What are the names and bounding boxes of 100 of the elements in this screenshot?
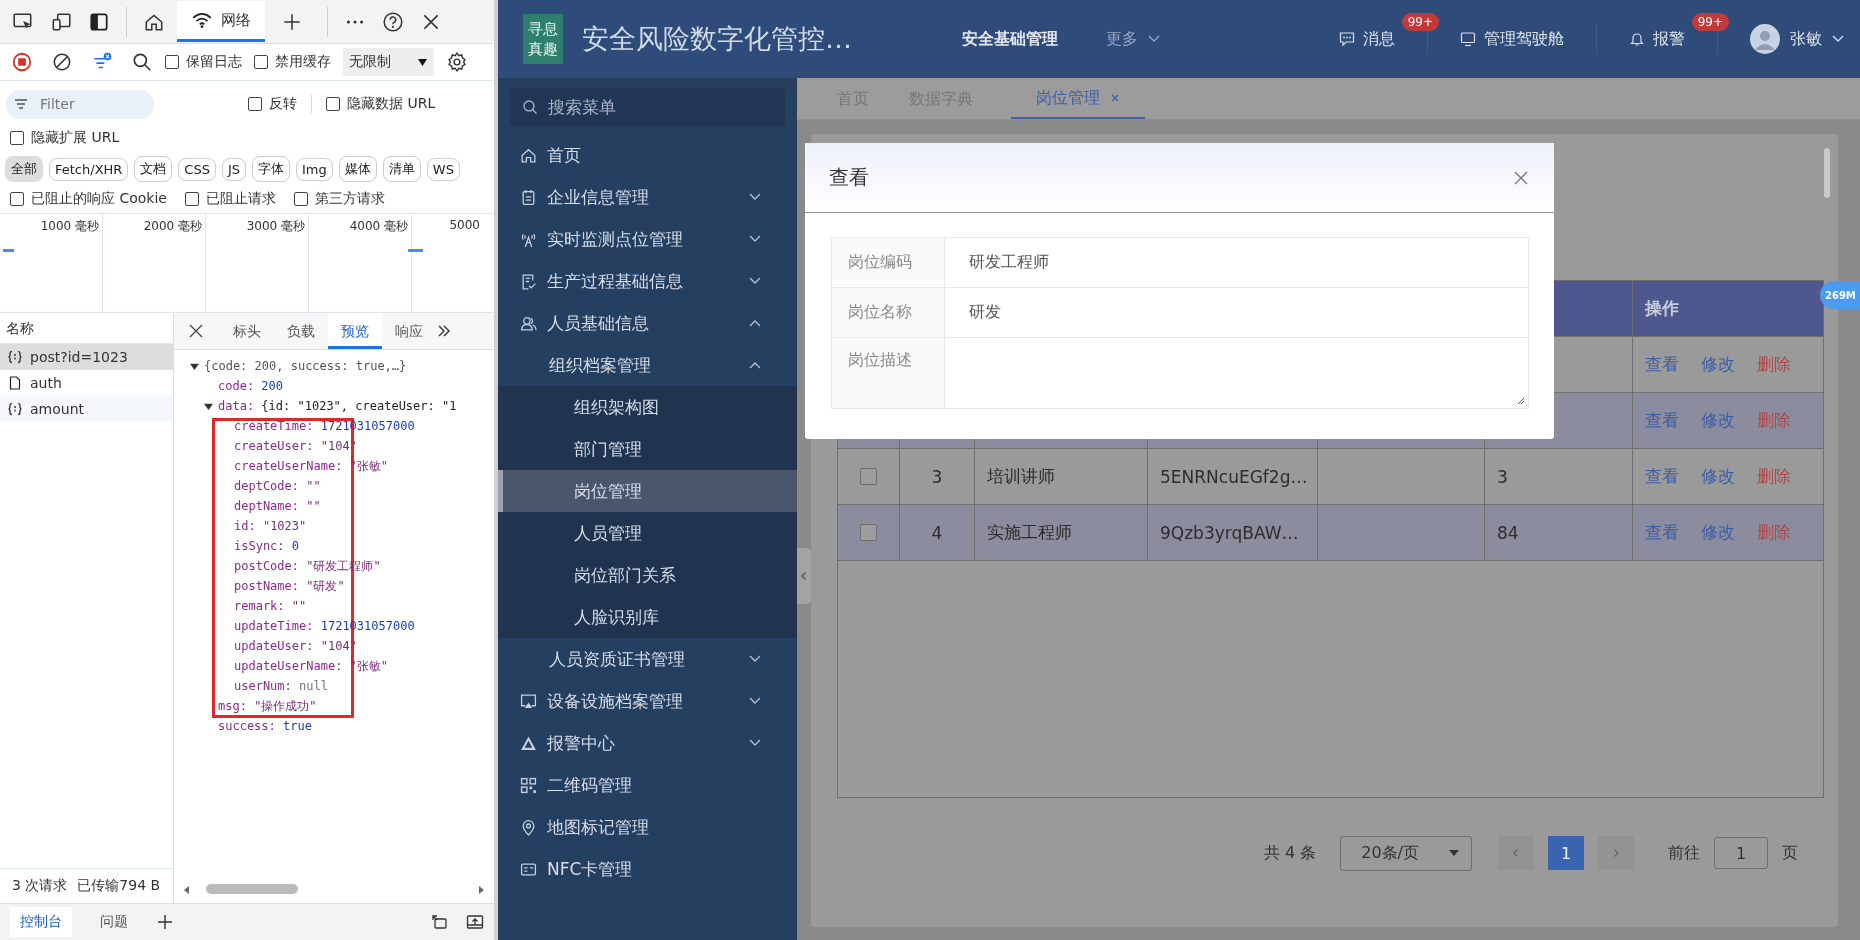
type-filter-chip[interactable]: 字体 <box>252 156 291 182</box>
add-icon[interactable] <box>156 913 174 931</box>
scroll-left-icon[interactable] <box>182 885 192 895</box>
timing-bar <box>408 249 423 252</box>
menu-item[interactable]: 地图标记管理 <box>498 806 797 848</box>
checklist-icon <box>520 272 537 290</box>
type-filter-chip[interactable]: Img <box>296 157 333 181</box>
type-filter-chip[interactable]: 全部 <box>5 156 43 182</box>
menu-search-field[interactable]: 搜索菜单 <box>546 96 750 118</box>
checkbox[interactable] <box>10 131 24 145</box>
menu-item[interactable]: 企业信息管理 <box>498 176 797 218</box>
type-filter-chip[interactable]: Fetch/XHR <box>49 157 129 181</box>
checkbox[interactable] <box>293 192 308 206</box>
table-cell: 3 <box>931 466 943 487</box>
caret-icon <box>417 57 428 67</box>
clear-icon[interactable] <box>51 51 73 73</box>
filter-box[interactable]: Filter <box>6 89 154 119</box>
dock-bottom-icon[interactable] <box>466 913 484 931</box>
expand-triangle-icon[interactable] <box>190 362 199 371</box>
json-property: postName: "研发" <box>234 579 345 593</box>
type-filter-chip[interactable]: 清单 <box>382 156 421 182</box>
scrollbar-thumb[interactable] <box>206 884 298 894</box>
detail-tab[interactable]: 预览 <box>328 313 382 349</box>
type-filter-chip[interactable]: 文档 <box>134 156 173 182</box>
nav-item[interactable]: 安全基础管理 <box>962 28 1058 50</box>
expand-triangle-icon[interactable] <box>204 402 213 411</box>
request-row[interactable]: post?id=1023 <box>0 344 173 370</box>
menu-item[interactable]: 岗位管理 <box>498 470 797 512</box>
detail-tab[interactable]: 响应 <box>382 313 436 349</box>
detail-tab[interactable]: 负载 <box>274 313 328 349</box>
filter-field[interactable]: Filter <box>38 95 132 113</box>
menu-item[interactable]: NFC卡管理 <box>498 848 797 890</box>
cockpit-button[interactable]: 管理驾驶舱 <box>1456 28 1568 50</box>
field-label: 岗位描述 <box>832 338 945 408</box>
user-menu[interactable]: 张敏 <box>1746 24 1848 54</box>
request-row[interactable]: amount <box>0 396 173 422</box>
menu-item[interactable]: 岗位部门关系 <box>498 554 797 596</box>
menu-item[interactable]: 二维码管理 <box>498 764 797 806</box>
page-number-button[interactable]: 1 <box>1548 836 1584 870</box>
checkbox[interactable] <box>165 55 179 69</box>
chevron-left-icon <box>799 571 809 581</box>
memory-badge: 269M <box>1820 281 1860 309</box>
page-input[interactable]: 1 <box>1714 837 1768 869</box>
close-icon[interactable] <box>188 323 204 339</box>
network-tab[interactable]: 网络 <box>177 1 265 42</box>
more-tabs-icon[interactable] <box>436 323 452 339</box>
menu-item[interactable]: 人员资质证书管理 <box>498 638 797 680</box>
menu-item[interactable]: 生产过程基础信息 <box>498 260 797 302</box>
checkbox[interactable] <box>254 55 268 69</box>
qr-code-icon <box>520 776 537 794</box>
throttle-dropdown[interactable]: 无限制 <box>343 48 434 76</box>
search-icon[interactable] <box>131 51 153 73</box>
menu-item[interactable]: 组织档案管理 <box>498 344 797 386</box>
help-icon[interactable] <box>382 10 404 33</box>
detail-tab[interactable]: 标头 <box>220 313 274 349</box>
checkbox[interactable] <box>326 97 340 111</box>
type-filter-chip[interactable]: JS <box>221 157 247 181</box>
menu-item[interactable]: 报警中心 <box>498 722 797 764</box>
monitor-icon <box>1460 31 1476 47</box>
type-filter-chip[interactable]: 媒体 <box>338 156 377 182</box>
nav-item[interactable]: 更多 <box>1106 28 1160 50</box>
checkbox[interactable] <box>184 192 199 206</box>
menu-item[interactable]: 组织架构图 <box>498 386 797 428</box>
menu-item[interactable]: 人员管理 <box>498 512 797 554</box>
menu-item[interactable]: 部门管理 <box>498 428 797 470</box>
row-checkbox[interactable] <box>860 468 877 485</box>
caret-icon <box>1449 850 1459 856</box>
menu-item[interactable]: 实时监测点位管理 <box>498 218 797 260</box>
resize-handle-icon[interactable] <box>1517 397 1525 405</box>
menu-item[interactable]: 首页 <box>498 134 797 176</box>
checkbox-label: 反转 <box>269 95 297 113</box>
menu-search-box[interactable]: 搜索菜单 <box>510 88 785 126</box>
menu-item[interactable]: 人脸识别库 <box>498 596 797 638</box>
page-size-dropdown[interactable]: 20条/页 <box>1340 835 1472 871</box>
scrollbar-thumb[interactable] <box>1824 148 1830 198</box>
move-panel-icon[interactable] <box>430 913 448 931</box>
avatar-icon <box>1750 24 1780 54</box>
checkbox-label: 隐藏扩展 URL <box>31 129 120 147</box>
request-row[interactable]: auth <box>0 370 173 396</box>
checkbox[interactable] <box>10 192 24 206</box>
field-value: 研发工程师 <box>968 251 1050 273</box>
table-cell: 3 <box>1497 466 1508 487</box>
menu-item[interactable]: 人员基础信息 <box>498 302 797 344</box>
drawer-tab[interactable]: 控制台 <box>10 907 72 937</box>
checkbox[interactable] <box>248 97 262 111</box>
logo: 寻息真趣 <box>523 14 563 64</box>
row-checkbox[interactable] <box>860 524 877 541</box>
menu-item[interactable]: 设备设施档案管理 <box>498 680 797 722</box>
checkbox-label: 禁用缓存 <box>275 53 331 71</box>
settings-icon[interactable] <box>446 51 468 73</box>
collapse-handle[interactable] <box>797 548 811 604</box>
json-property: userNum: null <box>234 679 328 693</box>
drawer-tab[interactable]: 问题 <box>90 907 138 937</box>
type-filter-chip[interactable]: WS <box>426 157 460 181</box>
message-icon <box>1339 31 1355 47</box>
type-filter-chip[interactable]: CSS <box>178 157 216 181</box>
json-property: isSync: 0 <box>234 539 300 553</box>
dock-icon[interactable] <box>88 10 110 33</box>
scroll-right-icon[interactable] <box>476 885 486 895</box>
json-summary: {code: 200, success: true,…} <box>204 359 407 373</box>
